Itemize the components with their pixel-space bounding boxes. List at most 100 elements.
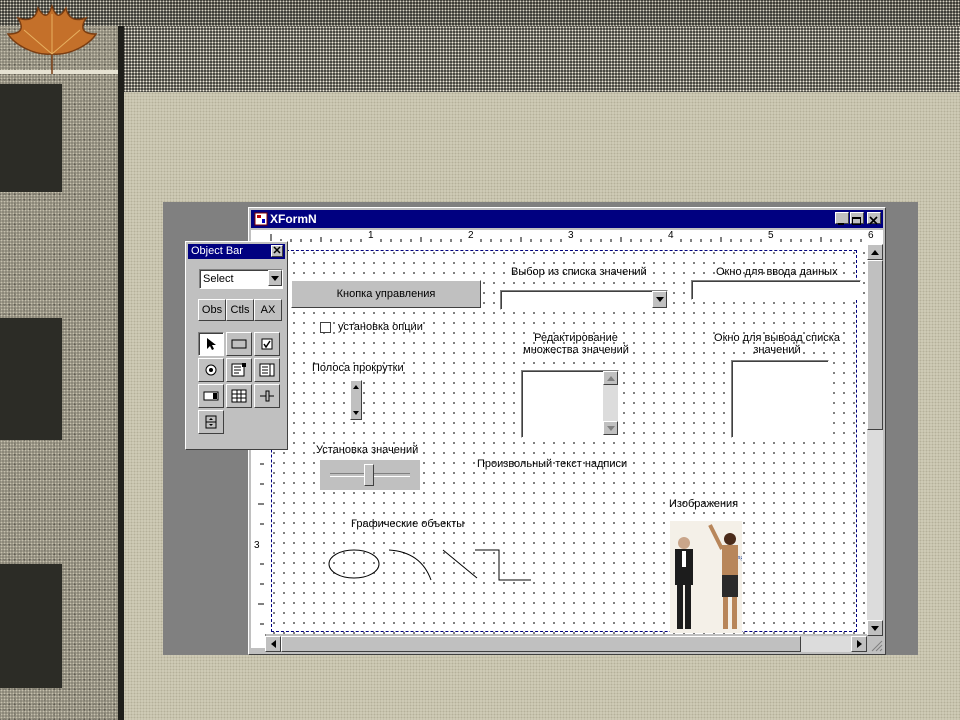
select-dropdown-button[interactable]	[268, 270, 282, 286]
slider-thumb[interactable]	[364, 464, 374, 486]
combo-box-tool[interactable]	[198, 384, 224, 408]
scroll-down-button[interactable]	[603, 421, 618, 435]
header-band	[124, 26, 960, 92]
vertical-scrollbar[interactable]	[867, 244, 883, 636]
ruler-mark: 5	[768, 230, 774, 241]
graphic-shapes	[328, 549, 531, 581]
chevron-right-icon	[856, 640, 862, 648]
static-text-label: Произвольный текст надписи	[477, 458, 628, 470]
pointer-tool[interactable]	[198, 332, 224, 356]
object-bar-title: Object Bar	[191, 245, 243, 257]
close-icon	[273, 246, 281, 254]
list-box-tool[interactable]	[254, 358, 280, 382]
chevron-down-icon	[606, 425, 615, 431]
slider-tool[interactable]	[254, 384, 280, 408]
close-button[interactable]	[867, 212, 881, 225]
form-app-icon	[254, 212, 268, 226]
graphics-label: Графические объекты	[351, 518, 465, 530]
maximize-icon	[852, 217, 861, 225]
combo-box-icon	[203, 391, 219, 401]
images-label: Изображения	[669, 498, 739, 510]
list-scrollbar[interactable]	[603, 371, 618, 435]
tab-obs[interactable]: Obs	[198, 299, 226, 321]
slider-label: Установка значений	[316, 444, 419, 456]
minimize-button[interactable]	[835, 212, 849, 225]
top-band	[0, 0, 960, 26]
scroll-right-button[interactable]	[851, 636, 867, 652]
maximize-button[interactable]	[850, 212, 864, 225]
arc-shape[interactable]	[388, 549, 432, 581]
radio-button-tool[interactable]	[198, 358, 224, 382]
scroll-left-button[interactable]	[265, 636, 281, 652]
chevron-down-icon	[271, 275, 279, 281]
left-accent-bar	[0, 318, 62, 440]
close-icon	[869, 216, 878, 225]
scroll-up-button[interactable]	[867, 244, 883, 260]
command-button-tool[interactable]	[226, 332, 252, 356]
value-slider[interactable]	[320, 460, 420, 490]
combo-box[interactable]	[500, 290, 668, 310]
radio-icon	[205, 364, 217, 376]
chevron-up-icon	[871, 249, 879, 255]
vertical-scroll-thumb[interactable]	[867, 260, 883, 430]
window-title: XFormN	[270, 212, 317, 226]
tab-ax[interactable]: AX	[254, 299, 282, 321]
window-titlebar[interactable]: XFormN	[251, 210, 883, 228]
edit-box-tool[interactable]	[226, 358, 252, 382]
button-icon	[231, 339, 247, 349]
ellipse-shape[interactable]	[328, 549, 380, 579]
form-design-surface[interactable]: Кнопка управления установка опции Выбор …	[265, 244, 867, 634]
grid-icon	[231, 389, 247, 403]
image-picture-box[interactable]: Bringing down the House	[670, 521, 743, 633]
edit-box-icon	[231, 363, 246, 377]
chevron-left-icon	[270, 640, 276, 648]
chevron-down-icon	[871, 625, 879, 631]
size-grip[interactable]	[867, 636, 883, 652]
textbox-label: Окно для ввода данных	[716, 266, 838, 278]
object-select-dropdown[interactable]: Select	[199, 269, 283, 289]
ruler-mark: 6	[868, 230, 874, 241]
select-value: Select	[203, 273, 234, 285]
left-accent-bar	[0, 84, 62, 192]
pointer-arrow-icon	[207, 338, 216, 350]
combo-label: Выбор из списка значений	[511, 266, 647, 278]
checkbox-tool[interactable]	[254, 332, 280, 356]
listbox-label: Окно для вывоад списка значений	[714, 332, 840, 356]
scrollbar-control[interactable]	[350, 380, 362, 420]
combo-dropdown-button[interactable]	[652, 291, 667, 308]
scroll-up-button[interactable]	[603, 371, 618, 385]
scrollbar-label: Полоса прокрутки	[312, 362, 404, 374]
scroll-arrows-icon	[353, 385, 359, 415]
maple-leaf-logo	[6, 4, 98, 74]
output-list-box[interactable]	[731, 360, 829, 438]
polyline-shape[interactable]	[475, 549, 531, 581]
ruler-mark: 2	[468, 230, 474, 241]
checkbox-icon	[261, 338, 273, 350]
chevron-down-icon	[655, 297, 664, 302]
left-accent-bar	[0, 564, 62, 688]
size-grip-icon	[871, 640, 883, 652]
horizontal-scroll-thumb[interactable]	[281, 636, 801, 652]
object-bar-titlebar[interactable]: Object Bar	[188, 244, 285, 259]
spinner-tool[interactable]	[198, 410, 224, 434]
object-bar-palette[interactable]: Object Bar Select Obs Ctls AX	[185, 241, 288, 450]
tab-ctls[interactable]: Ctls	[226, 299, 254, 321]
ruler-mark: 1	[368, 230, 374, 241]
option-checkbox[interactable]	[320, 322, 331, 333]
list-box-icon	[259, 363, 275, 377]
chevron-up-icon	[606, 375, 615, 381]
horizontal-ruler: 1 2 3 4 5 6	[251, 230, 883, 245]
horizontal-scrollbar[interactable]	[265, 636, 867, 652]
ruler-mark: 3	[568, 230, 574, 241]
movie-poster-image: Bringing down the House	[670, 521, 743, 633]
command-button[interactable]: Кнопка управления	[291, 280, 481, 308]
ruler-mark: 4	[668, 230, 674, 241]
data-input-field[interactable]	[691, 280, 861, 300]
object-bar-close-button[interactable]	[271, 245, 283, 257]
scroll-down-button[interactable]	[867, 620, 883, 636]
line-shape[interactable]	[442, 549, 478, 579]
grid-tool[interactable]	[226, 384, 252, 408]
minimize-icon	[838, 223, 844, 225]
edit-list-label: Редактирование множества значений	[523, 332, 629, 356]
edit-list-box[interactable]	[521, 370, 619, 438]
